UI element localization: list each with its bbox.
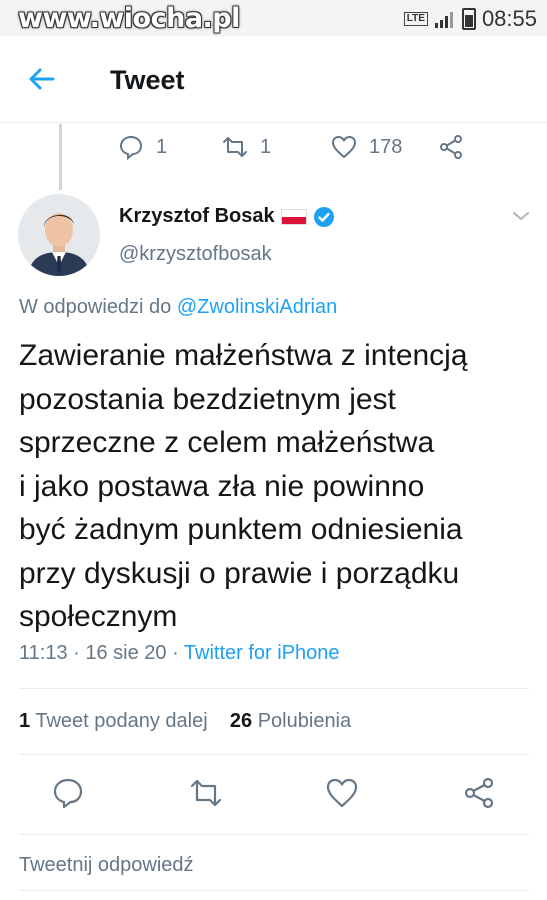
reply-mention-link[interactable]: @ZwolinskiAdrian [177,296,337,318]
thread-connector [59,124,62,190]
status-icons: LTE 08:55 [403,6,537,32]
verified-badge-icon [313,206,334,227]
lte-icon: LTE [403,12,428,26]
tweet-timestamp: 11:13 · 16 sie 20 · [19,642,184,664]
retweet-label: Tweet podany dalej [35,710,208,732]
tweet-line: społecznym [19,600,178,633]
tweet-line: i jako postawa zła nie powinno [19,469,425,503]
like-label: Polubienia [257,710,352,732]
poland-flag-icon [280,208,307,225]
share-icon [440,135,462,159]
tweet-text: Zawieranie małżeństwa z intencją pozosta… [19,334,539,639]
top-bar: Tweet [0,36,547,123]
retweet-icon [223,137,247,157]
reply-input[interactable]: Tweetnij odpowiedź [19,854,194,877]
likes-stat[interactable]: 26 Polubienia [230,710,351,732]
author-name: Krzysztof Bosak [119,205,275,227]
tweet-source-link[interactable]: Twitter for iPhone [184,642,340,664]
signal-icon [434,12,453,28]
prev-reply-action[interactable]: 1 [118,134,167,160]
divider [19,754,529,755]
prev-like-count: 178 [369,135,403,158]
tweet-line: sprzeczne z celem małżeństwa [19,426,435,459]
reply-icon [119,135,143,160]
prev-reply-count: 1 [156,135,168,158]
divider [19,688,529,689]
share-icon[interactable] [462,776,496,810]
reply-icon[interactable] [51,776,85,810]
tweet-line: Zawieranie małżeństwa z intencją [19,339,468,372]
reply-prefix: W odpowiedzi do [19,296,172,318]
avatar-portrait-icon [18,194,100,276]
tweet-line: pozostania bezdzietnym jest [19,382,396,416]
like-count: 26 [229,710,253,732]
tweet-action-bar [0,776,547,816]
watermark-text: www.wiocha.pl [18,3,240,34]
retweets-stat[interactable]: 1 Tweet podany dalej [19,710,208,732]
avatar[interactable] [18,194,100,276]
prev-retweet-action[interactable]: 1 [222,134,271,160]
retweet-icon[interactable] [189,776,223,810]
reply-context: W odpowiedzi do @ZwolinskiAdrian [19,296,337,319]
heart-icon[interactable] [325,776,359,810]
divider [19,834,529,835]
retweet-count: 1 [19,710,31,732]
prev-retweet-count: 1 [260,135,272,158]
status-bar: www.wiocha.pl LTE 08:55 [0,0,547,36]
author-handle[interactable]: @krzysztofbosak [119,243,272,266]
heart-icon [332,136,356,158]
tweet-stats: 1 Tweet podany dalej 26 Polubienia [19,710,351,733]
tweet-meta: 11:13 · 16 sie 20 · Twitter for iPhone [19,642,340,665]
page-title: Tweet [110,65,185,95]
clock: 08:55 [481,6,537,31]
arrow-left-icon[interactable] [26,64,56,94]
prev-like-action[interactable]: 178 [331,134,402,160]
divider [19,890,529,891]
chevron-down-icon[interactable] [510,208,532,224]
author-name-row[interactable]: Krzysztof Bosak [119,205,335,228]
tweet-line: być żadnym punktem odniesienia [19,513,463,546]
tweet-line: przy dyskusji o prawie i porządku [19,556,460,590]
prev-share-action[interactable] [438,134,464,160]
battery-icon [461,8,476,30]
